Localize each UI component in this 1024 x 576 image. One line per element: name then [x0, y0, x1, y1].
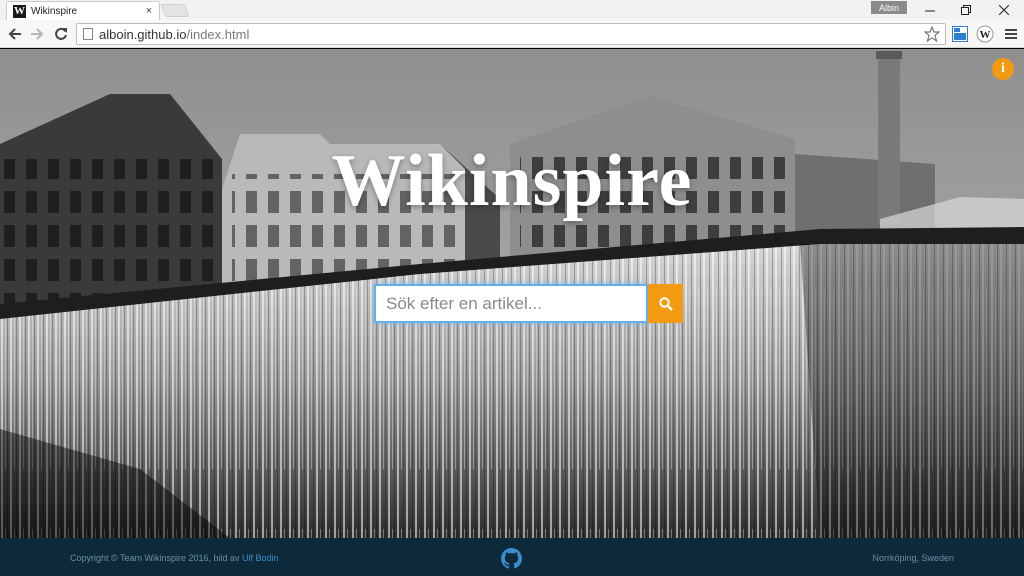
page-icon: [83, 28, 93, 40]
search-input[interactable]: [374, 284, 648, 323]
github-icon: [501, 548, 522, 569]
tab-close-icon[interactable]: ×: [142, 5, 156, 17]
back-button[interactable]: [5, 24, 25, 44]
info-icon: i: [1001, 61, 1005, 76]
browser-menu-button[interactable]: [1002, 25, 1020, 43]
menu-icon: [1005, 29, 1017, 39]
extension-icon: [952, 26, 968, 42]
url-host: alboin.github.io: [99, 26, 187, 42]
bookmark-star-icon[interactable]: [923, 25, 941, 43]
wikipedia-extension-label: W: [980, 29, 991, 41]
tab-title: Wikinspire: [31, 5, 78, 17]
copyright-text: Copyright © Team Wikinspire 2016, bild a…: [70, 553, 243, 563]
photographer-link[interactable]: Ulf Bodin: [242, 553, 279, 563]
star-icon: [924, 26, 940, 42]
reload-button[interactable]: [51, 24, 71, 44]
new-tab-button[interactable]: [160, 4, 190, 17]
footer: Copyright © Team Wikinspire 2016, bild a…: [0, 538, 1024, 576]
minimize-button[interactable]: [913, 0, 947, 20]
reload-icon: [55, 27, 67, 40]
page-content: i Wikinspire: [0, 49, 1024, 538]
forward-arrow-icon: [31, 28, 44, 40]
restore-icon: [961, 5, 971, 15]
search-bar: [374, 284, 683, 323]
forward-button[interactable]: [27, 24, 47, 44]
browser-toolbar: alboin.github.io/index.html W: [0, 20, 1024, 48]
wikipedia-favicon-icon: W: [13, 4, 26, 18]
url-path: /index.html: [186, 26, 250, 42]
url-text: alboin.github.io/index.html: [99, 27, 249, 42]
profile-badge[interactable]: Albin: [871, 1, 907, 14]
info-button[interactable]: i: [992, 58, 1014, 80]
back-arrow-icon: [8, 28, 21, 40]
footer-copyright: Copyright © Team Wikinspire 2016, bild a…: [70, 553, 279, 563]
wikipedia-extension-icon: W: [976, 25, 994, 43]
extension-button[interactable]: [951, 25, 969, 43]
restore-button[interactable]: [949, 0, 983, 20]
browser-tab[interactable]: W Wikinspire ×: [6, 1, 160, 20]
minimize-icon: [925, 10, 935, 12]
github-link[interactable]: [501, 548, 522, 569]
close-icon: [999, 5, 1009, 15]
site-title: Wikinspire: [331, 140, 693, 222]
address-bar[interactable]: alboin.github.io/index.html: [76, 23, 946, 45]
search-button[interactable]: [648, 284, 683, 323]
footer-location: Norrköping, Sweden: [872, 553, 954, 563]
close-window-button[interactable]: [987, 0, 1021, 20]
search-icon: [658, 296, 673, 311]
browser-titlebar: W Wikinspire × Albin: [0, 0, 1024, 20]
wikipedia-extension-button[interactable]: W: [976, 25, 994, 43]
